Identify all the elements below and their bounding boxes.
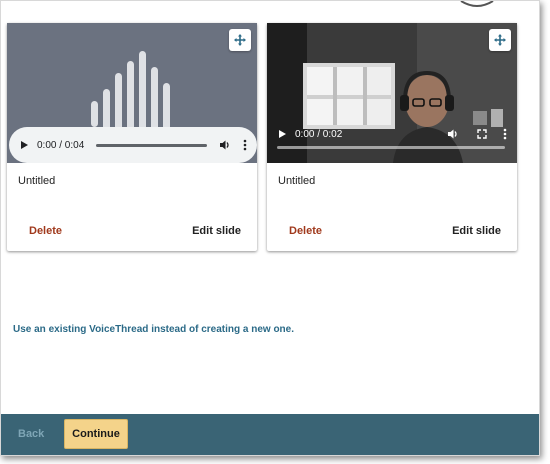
volume-button[interactable] xyxy=(447,128,459,140)
video-media: 0:00 / 0:02 xyxy=(267,23,517,163)
play-button[interactable] xyxy=(19,140,29,150)
move-icon xyxy=(494,34,506,46)
slide-title: Untitled xyxy=(18,175,56,187)
move-icon xyxy=(234,34,246,46)
play-icon xyxy=(279,130,286,138)
video-player-controls: 0:00 / 0:02 xyxy=(267,119,517,149)
slide-card-video: 0:00 / 0:02 Untitled Delete Edit slide xyxy=(267,23,517,251)
more-options-button[interactable] xyxy=(503,128,507,140)
video-time: 0:00 / 0:02 xyxy=(295,128,343,140)
more-options-icon xyxy=(243,139,247,151)
fullscreen-button[interactable] xyxy=(477,129,487,139)
play-button[interactable] xyxy=(277,129,287,139)
audio-progress-track[interactable] xyxy=(96,143,207,147)
footer-bar: Back Continue xyxy=(1,414,539,455)
top-arc-decoration xyxy=(460,1,494,7)
move-slide-button[interactable] xyxy=(489,29,511,51)
more-options-button[interactable] xyxy=(243,139,247,151)
fullscreen-icon xyxy=(477,129,487,139)
back-button[interactable]: Back xyxy=(18,428,44,440)
audio-media: 0:00 / 0:04 xyxy=(7,23,257,163)
delete-button[interactable]: Delete xyxy=(29,225,62,237)
volume-icon xyxy=(448,129,457,139)
audio-time: 0:00 / 0:04 xyxy=(37,139,85,151)
volume-icon xyxy=(220,140,229,150)
edit-slide-button[interactable]: Edit slide xyxy=(452,225,501,237)
slide-card-audio: 0:00 / 0:04 Untitled Delete Edit slide xyxy=(7,23,257,251)
continue-button[interactable]: Continue xyxy=(64,419,128,449)
dialog-frame: 0:00 / 0:04 Untitled Delete Edit slide 0… xyxy=(0,0,540,456)
slide-title: Untitled xyxy=(278,175,316,187)
play-icon xyxy=(21,141,28,149)
volume-button[interactable] xyxy=(219,139,231,151)
video-progress-track[interactable] xyxy=(277,146,505,149)
use-existing-voicethread-link[interactable]: Use an existing VoiceThread instead of c… xyxy=(13,324,294,335)
move-slide-button[interactable] xyxy=(229,29,251,51)
delete-button[interactable]: Delete xyxy=(289,225,322,237)
more-options-icon xyxy=(503,128,507,140)
edit-slide-button[interactable]: Edit slide xyxy=(192,225,241,237)
audio-player-controls: 0:00 / 0:04 xyxy=(9,127,257,163)
